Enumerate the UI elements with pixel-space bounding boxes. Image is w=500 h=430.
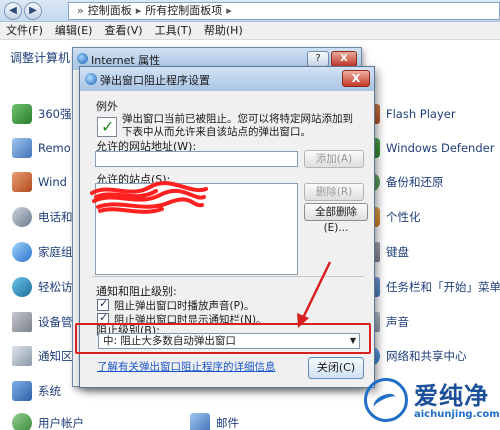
annotation-arrow-icon <box>297 261 332 328</box>
watermark-url: aichunjing.com <box>414 409 500 420</box>
watermark: 爱纯净 aichunjing.com <box>364 376 500 428</box>
watermark-brand: 爱纯净 <box>414 382 489 410</box>
watermark-logo-icon <box>364 378 408 422</box>
